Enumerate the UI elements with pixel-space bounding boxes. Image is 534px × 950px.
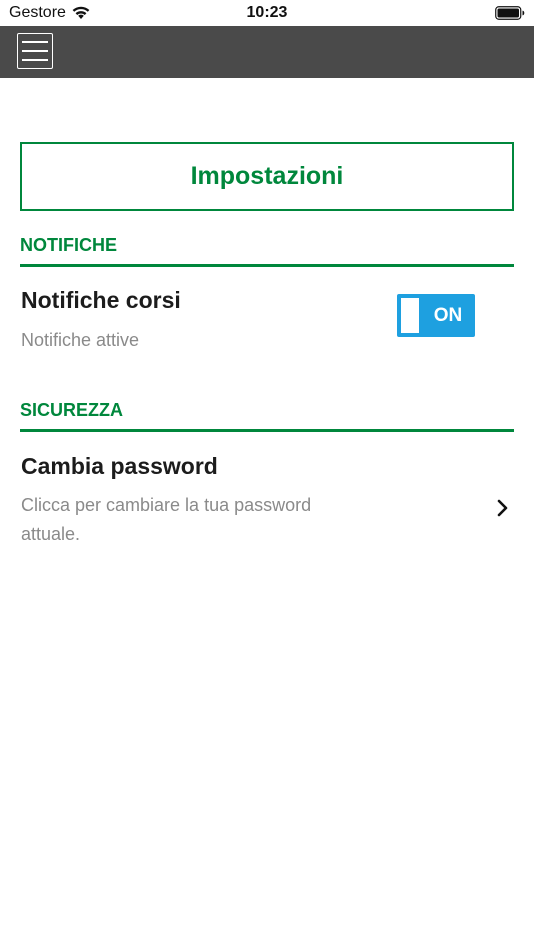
section-divider-security [20,429,514,432]
section-header-notifications: NOTIFICHE [20,235,117,255]
clock: 10:23 [246,4,288,21]
battery-icon [495,6,525,25]
change-password-title: Cambia password [21,453,218,479]
toggle-label: ON [433,304,463,326]
change-password-subtitle-line1: Clicca per cambiare la tua password [21,495,312,515]
toggle-knob [401,298,419,333]
chevron-right-icon [496,499,510,522]
page-title: Impostazioni [190,162,344,190]
notifications-item-title: Notifiche corsi [21,287,181,313]
change-password-subtitle-line2: attuale. [21,524,81,544]
notifications-item-subtitle: Notifiche attive [21,330,140,350]
hamburger-icon[interactable] [17,33,53,69]
section-header-security: SICUREZZA [20,400,123,420]
top-navbar [0,26,534,78]
status-bar: Gestore 10:23 [0,0,534,26]
page-title-box: Impostazioni [20,142,514,211]
notifications-toggle[interactable]: ON [397,294,475,337]
section-divider-notifications [20,264,514,267]
